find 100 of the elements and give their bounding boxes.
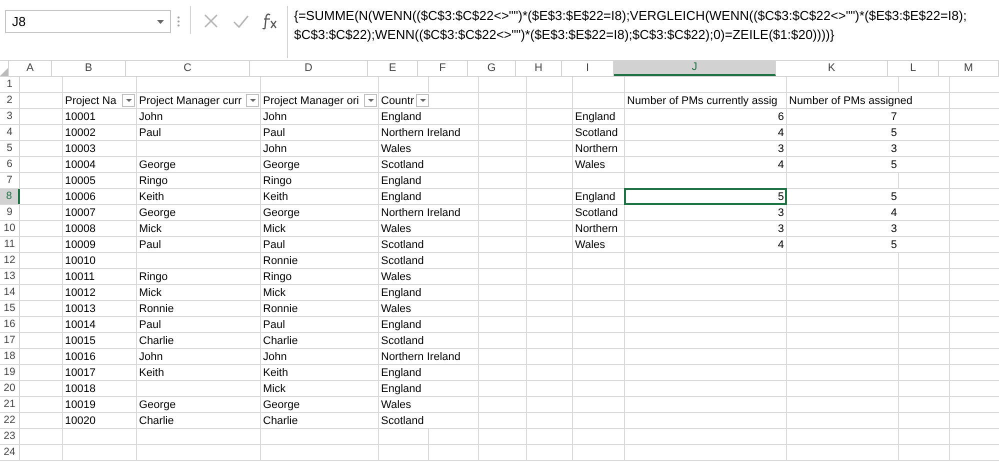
cell[interactable]: 10006 bbox=[63, 189, 98, 204]
cell[interactable]: Scotland bbox=[573, 125, 620, 140]
cell[interactable]: 10016 bbox=[63, 349, 98, 364]
cell[interactable]: Paul bbox=[137, 317, 164, 332]
row-header[interactable]: 1 bbox=[0, 77, 20, 92]
cell[interactable]: 10007 bbox=[63, 205, 98, 220]
cell[interactable]: 10015 bbox=[63, 333, 98, 348]
row-header[interactable]: 7 bbox=[0, 173, 20, 188]
cell[interactable]: Wales bbox=[573, 157, 608, 172]
cell[interactable]: 4 bbox=[776, 237, 786, 252]
cell[interactable]: 10010 bbox=[63, 253, 98, 268]
cell[interactable]: Charlie bbox=[137, 413, 176, 428]
cell[interactable]: Keith bbox=[137, 365, 166, 380]
cell[interactable]: Scotland bbox=[379, 237, 426, 252]
row-header[interactable]: 14 bbox=[0, 285, 20, 300]
row-header[interactable]: 19 bbox=[0, 365, 20, 380]
formula-field[interactable]: {=SUMME(N(WENN(($C$3:$C$22<>"")*($E$3:$E$22=I8);VERGLEICH(WENN(($C$3:$C$22<>"")*($E$3:$E$22=I8); $C$3:$C$22);WENN(($C$3:$C$22<>"")*($E$3:$E$22=I8);$C$3:$C$22);0)=ZEILE($1:$20))))} bbox=[287, 6, 999, 58]
cell[interactable]: Northern bbox=[573, 141, 620, 156]
row-header[interactable]: 3 bbox=[0, 109, 20, 124]
cell[interactable]: Project Manager curr bbox=[137, 93, 244, 108]
cell[interactable]: Charlie bbox=[261, 413, 300, 428]
cell[interactable]: 10001 bbox=[63, 109, 98, 124]
cell[interactable]: Paul bbox=[137, 237, 164, 252]
column-header[interactable]: H bbox=[516, 61, 562, 76]
cell[interactable]: Paul bbox=[137, 125, 164, 140]
cell[interactable]: 10003 bbox=[63, 141, 98, 156]
row-header[interactable]: 22 bbox=[0, 413, 20, 428]
cell[interactable]: Scotland bbox=[379, 253, 426, 268]
cell[interactable]: Northern Ireland bbox=[379, 205, 462, 220]
column-header[interactable]: E bbox=[368, 61, 418, 76]
cell[interactable]: 10005 bbox=[63, 173, 98, 188]
cell[interactable]: 5 bbox=[888, 125, 899, 140]
cell[interactable]: Wales bbox=[379, 141, 414, 156]
cell[interactable]: Wales bbox=[379, 397, 414, 412]
column-header[interactable]: K bbox=[776, 61, 888, 76]
cell[interactable]: 10011 bbox=[63, 269, 97, 284]
cell[interactable]: 3 bbox=[776, 141, 786, 156]
cell[interactable]: Keith bbox=[137, 189, 166, 204]
cell[interactable]: England bbox=[573, 109, 618, 124]
row-header[interactable]: 12 bbox=[0, 253, 20, 268]
cell[interactable]: George bbox=[261, 205, 302, 220]
cell[interactable]: 6 bbox=[776, 109, 786, 124]
cell[interactable]: Paul bbox=[261, 125, 288, 140]
cell[interactable]: Paul bbox=[261, 317, 288, 332]
row-header[interactable]: 24 bbox=[0, 445, 20, 460]
cell[interactable]: 4 bbox=[776, 157, 786, 172]
name-box[interactable]: J8 bbox=[5, 10, 171, 33]
cell[interactable]: Charlie bbox=[261, 333, 300, 348]
column-header[interactable]: M bbox=[939, 61, 999, 76]
row-header[interactable]: 11 bbox=[0, 237, 20, 252]
cell[interactable]: Scotland bbox=[379, 157, 426, 172]
cell[interactable]: Ronnie bbox=[261, 301, 300, 316]
column-header[interactable]: A bbox=[9, 61, 52, 76]
column-header[interactable]: L bbox=[888, 61, 939, 76]
filter-button[interactable] bbox=[122, 94, 135, 107]
row-header[interactable]: 20 bbox=[0, 381, 20, 396]
row-header[interactable]: 8 bbox=[0, 189, 20, 204]
cell[interactable]: 10020 bbox=[63, 413, 98, 428]
column-header[interactable]: F bbox=[418, 61, 468, 76]
row-header[interactable]: 23 bbox=[0, 429, 20, 444]
cell[interactable]: George bbox=[137, 205, 178, 220]
row-header[interactable]: 18 bbox=[0, 349, 20, 364]
cell[interactable]: England bbox=[379, 365, 424, 380]
cell[interactable]: Keith bbox=[261, 189, 290, 204]
cell[interactable]: Ringo bbox=[261, 269, 294, 284]
cell[interactable]: Wales bbox=[379, 269, 414, 284]
cell[interactable]: John bbox=[261, 349, 289, 364]
cell[interactable]: George bbox=[137, 157, 178, 172]
cell[interactable]: George bbox=[261, 397, 302, 412]
cell[interactable]: 7 bbox=[888, 109, 899, 124]
row-header[interactable]: 17 bbox=[0, 333, 20, 348]
cell[interactable]: Ringo bbox=[261, 173, 294, 188]
cell[interactable]: 3 bbox=[888, 221, 899, 236]
cell[interactable]: 10017 bbox=[63, 365, 98, 380]
row-header[interactable]: 5 bbox=[0, 141, 20, 156]
cell[interactable]: England bbox=[379, 189, 424, 204]
column-header[interactable]: D bbox=[250, 61, 368, 76]
cell[interactable]: Scotland bbox=[573, 205, 620, 220]
cell[interactable]: Countr bbox=[379, 93, 416, 108]
cell[interactable]: Wales bbox=[573, 237, 608, 252]
row-header[interactable]: 15 bbox=[0, 301, 20, 316]
cell[interactable]: Mick bbox=[137, 221, 164, 236]
row-header[interactable]: 4 bbox=[0, 125, 20, 140]
cell[interactable]: George bbox=[137, 397, 178, 412]
cell[interactable]: Ringo bbox=[137, 269, 170, 284]
column-header[interactable]: G bbox=[468, 61, 516, 76]
filter-button[interactable] bbox=[416, 94, 430, 107]
cell[interactable]: 10004 bbox=[63, 157, 98, 172]
row-header[interactable]: 6 bbox=[0, 157, 20, 172]
cell[interactable]: 10012 bbox=[63, 285, 98, 300]
cell[interactable]: Mick bbox=[261, 381, 288, 396]
cell[interactable]: Northern Ireland bbox=[379, 125, 462, 140]
row-header[interactable]: 2 bbox=[0, 93, 20, 108]
cell[interactable]: 10009 bbox=[63, 237, 98, 252]
cell[interactable]: England bbox=[379, 317, 424, 332]
cell[interactable]: England bbox=[379, 173, 424, 188]
cell[interactable]: Charlie bbox=[137, 333, 176, 348]
cell[interactable]: 5 bbox=[888, 189, 899, 204]
cell[interactable]: Mick bbox=[137, 285, 164, 300]
cell[interactable]: Northern bbox=[573, 221, 620, 236]
